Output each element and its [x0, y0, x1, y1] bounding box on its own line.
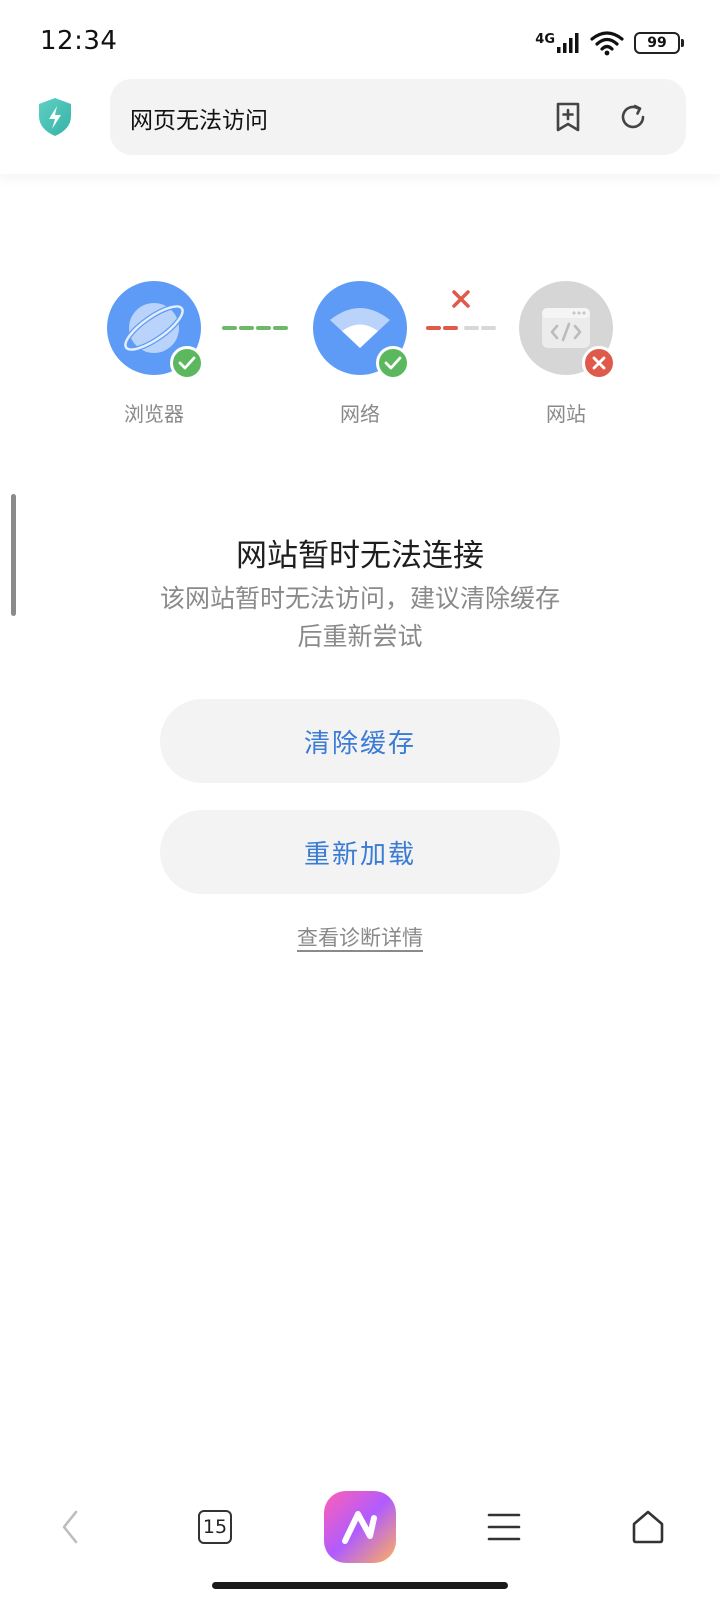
home-button[interactable] — [628, 1490, 668, 1564]
battery-level: 99 — [647, 35, 667, 51]
bookmark-add-icon — [556, 102, 580, 132]
error-title: 网站暂时无法连接 — [236, 538, 484, 574]
network-node: 网络 — [312, 280, 410, 426]
security-shield-icon[interactable] — [36, 96, 74, 138]
ok-check-icon — [376, 346, 410, 380]
reload-button[interactable]: 重新加载 — [160, 810, 560, 894]
browser-label: 浏览器 — [124, 402, 184, 426]
battery-indicator: 99 — [634, 32, 684, 54]
menu-icon — [487, 1513, 521, 1541]
wifi-icon — [590, 31, 624, 56]
ai-logo-icon — [324, 1491, 396, 1563]
cellular-signal-icon: 4G — [535, 32, 580, 54]
ai-assistant-button[interactable] — [324, 1490, 396, 1564]
network-label: 网络 — [340, 402, 380, 426]
status-time: 12:34 — [40, 26, 118, 56]
tabs-button[interactable]: 15 — [192, 1490, 238, 1564]
add-bookmark-button[interactable] — [550, 99, 586, 135]
menu-button[interactable] — [484, 1490, 524, 1564]
connection-diagnosis: 浏览器 网络 网站 — [0, 280, 720, 440]
back-button[interactable] — [50, 1490, 90, 1564]
error-x-icon — [582, 346, 616, 380]
chevron-left-icon — [62, 1510, 78, 1544]
status-icons: 4G 99 — [535, 26, 684, 60]
home-icon — [632, 1510, 664, 1544]
browser-node: 浏览器 — [106, 280, 204, 426]
ok-check-icon — [170, 346, 204, 380]
status-bar: 12:34 4G 99 — [0, 0, 720, 80]
website-label: 网站 — [546, 402, 586, 426]
clear-cache-button[interactable]: 清除缓存 — [160, 699, 560, 783]
refresh-icon — [621, 104, 645, 129]
url-field[interactable]: 网页无法访问 — [110, 79, 686, 155]
refresh-button[interactable] — [615, 99, 651, 135]
connector-fail-icon — [426, 290, 498, 330]
address-bar: 网页无法访问 — [0, 78, 720, 174]
bottom-navigation: 15 — [0, 1490, 720, 1570]
home-indicator-bar[interactable] — [212, 1582, 508, 1589]
tab-count-badge: 15 — [198, 1510, 232, 1544]
website-node: 网站 — [518, 280, 616, 426]
error-description: 该网站暂时无法访问，建议清除缓存后重新尝试 — [160, 584, 561, 651]
network-type-label: 4G — [535, 32, 555, 47]
connector-ok-icon — [222, 326, 292, 330]
page-title-text: 网页无法访问 — [130, 108, 268, 134]
view-diagnosis-details-link[interactable]: 查看诊断详情 — [0, 922, 720, 952]
